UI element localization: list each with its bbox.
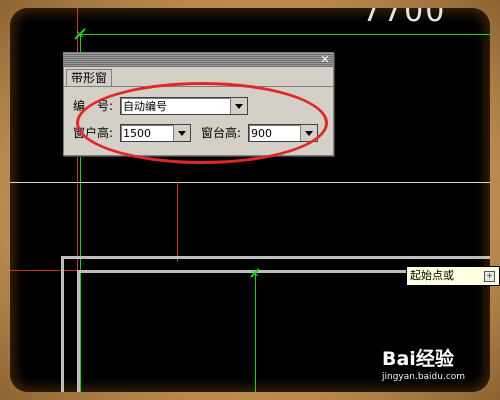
axis-line-horizontal <box>10 182 490 183</box>
expand-icon[interactable]: + <box>484 271 495 282</box>
red-axis-vertical-2 <box>177 182 178 262</box>
snap-marker-icon <box>250 268 260 278</box>
crosshair-icon <box>74 28 86 40</box>
dialog-titlebar[interactable]: ✕ <box>64 53 333 67</box>
highlight-ellipse <box>76 82 328 164</box>
watermark-url: jingyan.baidu.com <box>382 372 466 382</box>
green-guide-horizontal <box>80 34 490 35</box>
command-prompt-tooltip: 起始点或 + <box>406 266 500 286</box>
close-icon[interactable]: ✕ <box>319 54 331 66</box>
baidu-watermark: Bai经验 jingyan.baidu.com <box>376 342 496 392</box>
dimension-text: 7700 <box>362 8 447 29</box>
tab-band-window[interactable]: 带形窗 <box>66 69 113 87</box>
tooltip-text: 起始点或 <box>410 269 454 282</box>
tracking-line <box>255 273 256 392</box>
watermark-brand: Bai经验 <box>382 348 454 370</box>
